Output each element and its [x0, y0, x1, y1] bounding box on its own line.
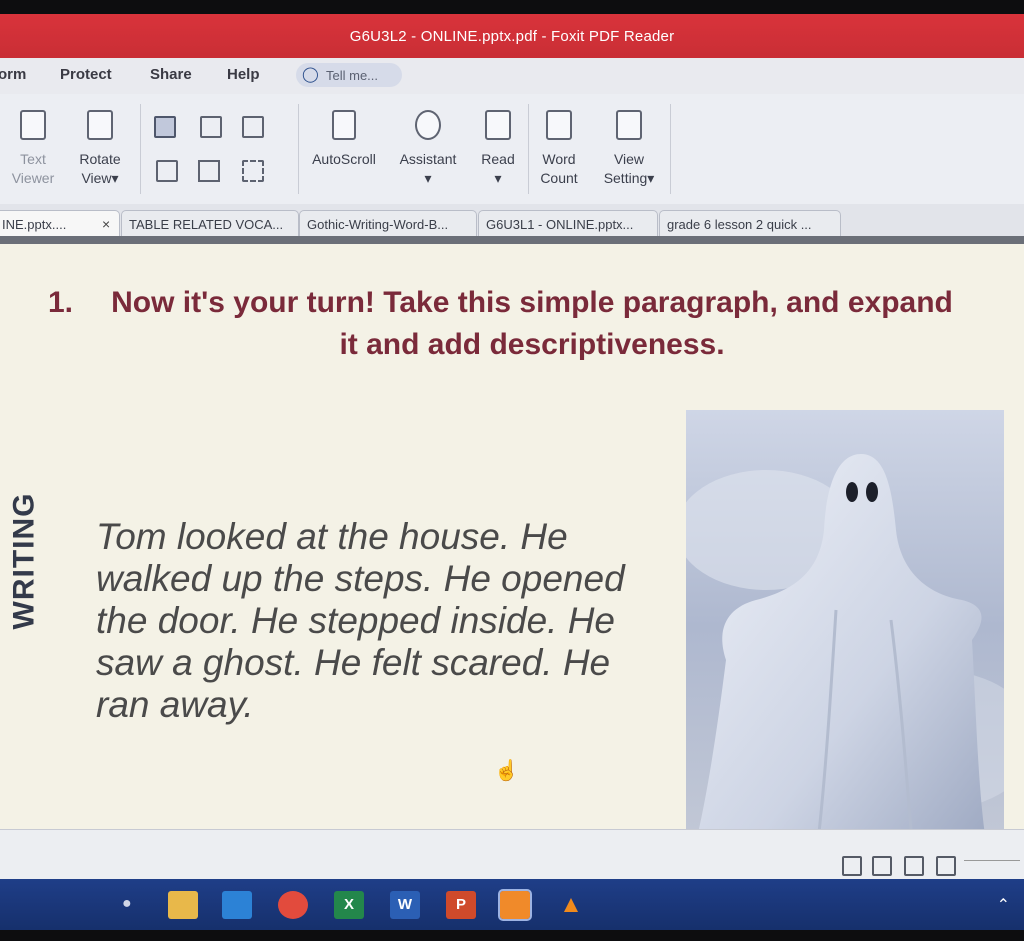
- document-tab-bar: INE.pptx.... × TABLE RELATED VOCA... Got…: [0, 204, 1024, 237]
- writing-side-label: WRITING: [7, 492, 41, 630]
- menu-protect[interactable]: Protect: [60, 66, 112, 83]
- menu-bar: orm Protect Share Help ◯ Tell me...: [0, 58, 1024, 94]
- ghost-image: [686, 410, 1004, 842]
- document-view-icon: [20, 110, 46, 140]
- rotate-icon: [87, 110, 113, 140]
- simple-paragraph: Tom looked at the house. He walked up th…: [96, 516, 625, 725]
- status-bar: [0, 829, 1024, 880]
- tab-g6u3l1[interactable]: G6U3L1 - ONLINE.pptx...: [478, 210, 658, 237]
- word-count-button[interactable]: Word Count: [534, 110, 584, 188]
- ribbon-separator: [140, 104, 141, 194]
- hand-cursor-icon: ☝: [494, 760, 519, 782]
- tab-label: Gothic-Writing-Word-B...: [307, 217, 449, 232]
- menu-share[interactable]: Share: [150, 66, 192, 83]
- view-setting-label-1: View: [613, 151, 645, 167]
- heading-text: Now it's your turn! Take this simple par…: [111, 286, 953, 361]
- word-count-icon: [546, 110, 572, 140]
- heading-number: 1.: [48, 286, 74, 319]
- tab-label: TABLE RELATED VOCA...: [129, 217, 284, 232]
- windows-taskbar: ● X W P ▲ ⌃: [0, 879, 1024, 930]
- vlc-icon[interactable]: ▲: [556, 891, 586, 919]
- lightbulb-icon: ◯: [302, 66, 319, 83]
- ribbon-separator: [670, 104, 671, 194]
- camera-icon[interactable]: [222, 891, 252, 919]
- word-icon[interactable]: W: [390, 891, 420, 919]
- word-count-label-1: Word: [542, 151, 576, 167]
- rotate-view-label-2: View: [81, 170, 112, 186]
- tab-label: grade 6 lesson 2 quick ...: [667, 217, 812, 232]
- facing-page-icon[interactable]: [242, 116, 264, 138]
- reflow-icon[interactable]: [198, 160, 220, 182]
- view-setting-button[interactable]: View Setting▾: [596, 110, 662, 188]
- ribbon-toolbar: Text Viewer Rotate View▾ AutoScroll Assi…: [0, 94, 1024, 205]
- assistant-button[interactable]: Assistant ▾: [396, 110, 460, 188]
- continuous-facing-icon[interactable]: [156, 160, 178, 182]
- word-count-label-2: Count: [540, 170, 578, 186]
- menu-help[interactable]: Help: [227, 66, 260, 83]
- single-page-view-icon[interactable]: [842, 856, 862, 876]
- ribbon-separator: [298, 104, 299, 194]
- tab-label: INE.pptx....: [2, 217, 67, 232]
- read-label: Read: [481, 151, 515, 167]
- rotate-view-button[interactable]: Rotate View▾: [72, 110, 128, 188]
- close-tab-icon[interactable]: ×: [102, 216, 110, 232]
- speaker-icon: [485, 110, 511, 140]
- separate-cover-icon[interactable]: [242, 160, 264, 182]
- tab-grade6-lesson2[interactable]: grade 6 lesson 2 quick ...: [659, 210, 841, 237]
- chevron-up-icon[interactable]: ⌃: [997, 895, 1010, 915]
- continuous-view-icon[interactable]: [872, 856, 892, 876]
- tab-gothic-writing[interactable]: Gothic-Writing-Word-B...: [299, 210, 477, 237]
- title-bar: G6U3L2 - ONLINE.pptx.pdf - Foxit PDF Rea…: [0, 14, 1024, 58]
- file-explorer-icon[interactable]: [168, 891, 198, 919]
- autoscroll-label: AutoScroll: [312, 151, 376, 167]
- autoscroll-icon: [332, 110, 356, 140]
- continuous-page-icon[interactable]: [200, 116, 222, 138]
- rotate-view-label-1: Rotate: [79, 151, 121, 167]
- foxit-icon[interactable]: [498, 889, 532, 921]
- window-title: G6U3L2 - ONLINE.pptx.pdf - Foxit PDF Rea…: [349, 28, 675, 45]
- menu-form[interactable]: orm: [0, 66, 26, 83]
- excel-icon[interactable]: X: [334, 891, 364, 919]
- continuous-facing-view-icon[interactable]: [936, 856, 956, 876]
- tell-me-placeholder: Tell me...: [326, 68, 379, 83]
- tab-label: G6U3L1 - ONLINE.pptx...: [486, 217, 634, 232]
- text-viewer-button[interactable]: Text Viewer: [8, 110, 58, 188]
- facing-view-icon[interactable]: [904, 856, 924, 876]
- powerpoint-icon[interactable]: P: [446, 891, 476, 919]
- document-top-border: [0, 236, 1024, 244]
- magnifier-icon: [415, 110, 441, 140]
- microphone-icon[interactable]: ●: [122, 895, 132, 913]
- ribbon-separator: [528, 104, 529, 194]
- slide-page: 1. Now it's your turn! Take this simple …: [0, 244, 1024, 842]
- autoscroll-button[interactable]: AutoScroll: [308, 110, 380, 169]
- view-setting-icon: [616, 110, 642, 140]
- read-button[interactable]: Read ▾: [476, 110, 520, 188]
- single-page-icon[interactable]: [154, 116, 176, 138]
- chrome-icon[interactable]: [278, 891, 308, 919]
- zoom-slider[interactable]: [964, 860, 1020, 861]
- view-setting-label-2: Setting: [603, 170, 648, 186]
- assistant-label: Assistant: [399, 151, 457, 167]
- screen: G6U3L2 - ONLINE.pptx.pdf - Foxit PDF Rea…: [0, 14, 1024, 930]
- tell-me-search[interactable]: ◯ Tell me...: [296, 63, 402, 87]
- text-viewer-label-2: Viewer: [11, 170, 55, 186]
- text-viewer-label-1: Text: [20, 151, 46, 167]
- tab-table-related-voca[interactable]: TABLE RELATED VOCA...: [121, 210, 299, 237]
